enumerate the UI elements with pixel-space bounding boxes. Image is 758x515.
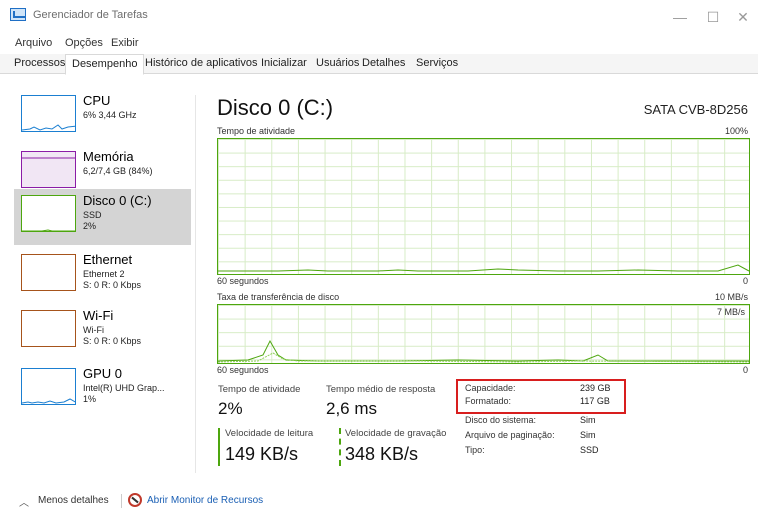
graph-transfer-duration: 60 segundos (217, 365, 269, 375)
sidebar-item-wifi[interactable]: Wi-Fi Wi-Fi S: 0 R: 0 Kbps (14, 304, 191, 360)
sidebar-item-gpu[interactable]: GPU 0 Intel(R) UHD Grap... 1% (14, 362, 191, 418)
read-speed-label: Velocidade de leitura (225, 428, 314, 439)
graph-transfer-label: Taxa de transferência de disco (217, 292, 340, 302)
sidebar-item-title: Disco 0 (C:) (83, 193, 152, 208)
tab-bar: Processos Desempenho Histórico de aplica… (0, 54, 758, 75)
prop-label: Arquivo de paginação: (465, 430, 555, 440)
menu-exibir[interactable]: Exibir (111, 37, 139, 49)
disk-model: SATA CVB-8D256 (643, 102, 748, 117)
highlight-box (456, 379, 626, 414)
graph-transfer-max: 10 MB/s (714, 292, 748, 302)
graph-transfer-min: 0 (742, 365, 748, 375)
ethernet-graph-icon (21, 254, 76, 291)
active-time-graph (217, 138, 750, 275)
sidebar-item-detail: SSD (83, 210, 102, 220)
sidebar-item-title: GPU 0 (83, 366, 123, 381)
tab-usuarios[interactable]: Usuários (316, 57, 359, 69)
sidebar-divider (195, 95, 196, 473)
chevron-up-icon[interactable]: ︿ (19, 494, 29, 509)
response-time-label: Tempo médio de resposta (326, 384, 436, 395)
prop-system-disk: Disco do sistema: Sim (465, 415, 625, 428)
prop-label: Tipo: (465, 445, 485, 455)
prop-type: Tipo: SSD (465, 445, 625, 458)
less-details-button[interactable]: Menos detalhes (38, 495, 109, 506)
transfer-rate-graph: 7 MB/s (217, 304, 750, 364)
sidebar-item-title: CPU (83, 93, 111, 108)
task-manager-icon (10, 8, 26, 21)
sidebar-item-ethernet[interactable]: Ethernet Ethernet 2 S: 0 R: 0 Kbps (14, 248, 191, 304)
tab-inicializar[interactable]: Inicializar (261, 57, 307, 69)
sidebar-item-detail: Intel(R) UHD Grap... (83, 383, 165, 393)
write-speed-bar (339, 428, 341, 466)
sidebar-item-detail: Wi-Fi (83, 325, 104, 335)
graph-active-time-max: 100% (724, 126, 748, 136)
prop-value: Sim (580, 430, 596, 440)
sidebar-item-title: Ethernet (83, 252, 133, 267)
prop-page-file: Arquivo de paginação: Sim (465, 430, 625, 443)
maximize-button[interactable]: ☐ (698, 6, 728, 28)
tab-processos[interactable]: Processos (14, 57, 65, 69)
tab-desempenho[interactable]: Desempenho (65, 54, 145, 75)
sidebar-item-title: Memória (83, 149, 134, 164)
menu-opcoes[interactable]: Opções (65, 37, 103, 49)
write-speed-label: Velocidade de gravação (345, 428, 447, 439)
read-speed-value: 149 KB/s (225, 444, 299, 464)
write-speed-value: 348 KB/s (345, 444, 419, 464)
tab-detalhes[interactable]: Detalhes (362, 57, 405, 69)
footer: ︿ Menos detalhes Abrir Monitor de Recurs… (0, 492, 758, 514)
wifi-graph-icon (21, 310, 76, 347)
gpu-graph-icon (21, 368, 76, 405)
tab-servicos[interactable]: Serviços (416, 57, 458, 69)
open-resource-monitor-link[interactable]: Abrir Monitor de Recursos (147, 495, 263, 506)
prop-value: SSD (580, 445, 599, 455)
response-time-value: 2,6 ms (326, 399, 378, 418)
page-title: Disco 0 (C:) (217, 95, 334, 120)
memory-graph-icon (21, 151, 76, 188)
read-speed-bar (218, 428, 220, 466)
menu-bar: Arquivo Opções Exibir (0, 34, 758, 52)
title-bar: Gerenciador de Tarefas — ☐ ✕ (0, 0, 758, 34)
sidebar-item-detail: 6,2/7,4 GB (84%) (83, 166, 153, 176)
disk-graph-icon (21, 195, 76, 232)
graph-active-time-min: 0 (742, 276, 748, 286)
prop-label: Disco do sistema: (465, 415, 537, 425)
menu-arquivo[interactable]: Arquivo (15, 37, 52, 49)
sidebar-item-cpu[interactable]: CPU 6% 3,44 GHz (14, 89, 191, 145)
graph-active-time-duration: 60 segundos (217, 276, 269, 286)
footer-divider (121, 494, 122, 508)
sidebar-item-usage: 2% (83, 221, 97, 231)
resource-monitor-icon[interactable] (128, 493, 142, 507)
sidebar-item-detail: Ethernet 2 (83, 269, 125, 279)
sidebar-item-disco[interactable]: Disco 0 (C:) SSD 2% (14, 189, 191, 245)
sidebar-item-throughput: S: 0 R: 0 Kbps (83, 280, 142, 290)
prop-value: Sim (580, 415, 596, 425)
active-time-value: 2% (218, 399, 243, 418)
sidebar-item-title: Wi-Fi (83, 308, 114, 323)
cpu-graph-icon (21, 95, 76, 132)
sidebar-item-throughput: S: 0 R: 0 Kbps (83, 336, 142, 346)
active-time-label: Tempo de atividade (218, 384, 301, 395)
sidebar-item-detail: 6% 3,44 GHz (83, 110, 137, 120)
sidebar-item-usage: 1% (83, 394, 97, 404)
graph-active-time-label: Tempo de atividade (217, 126, 296, 136)
window-title: Gerenciador de Tarefas (33, 9, 148, 21)
minimize-button[interactable]: — (665, 6, 695, 28)
close-button[interactable]: ✕ (728, 6, 758, 28)
tab-historico[interactable]: Histórico de aplicativos (145, 57, 258, 69)
